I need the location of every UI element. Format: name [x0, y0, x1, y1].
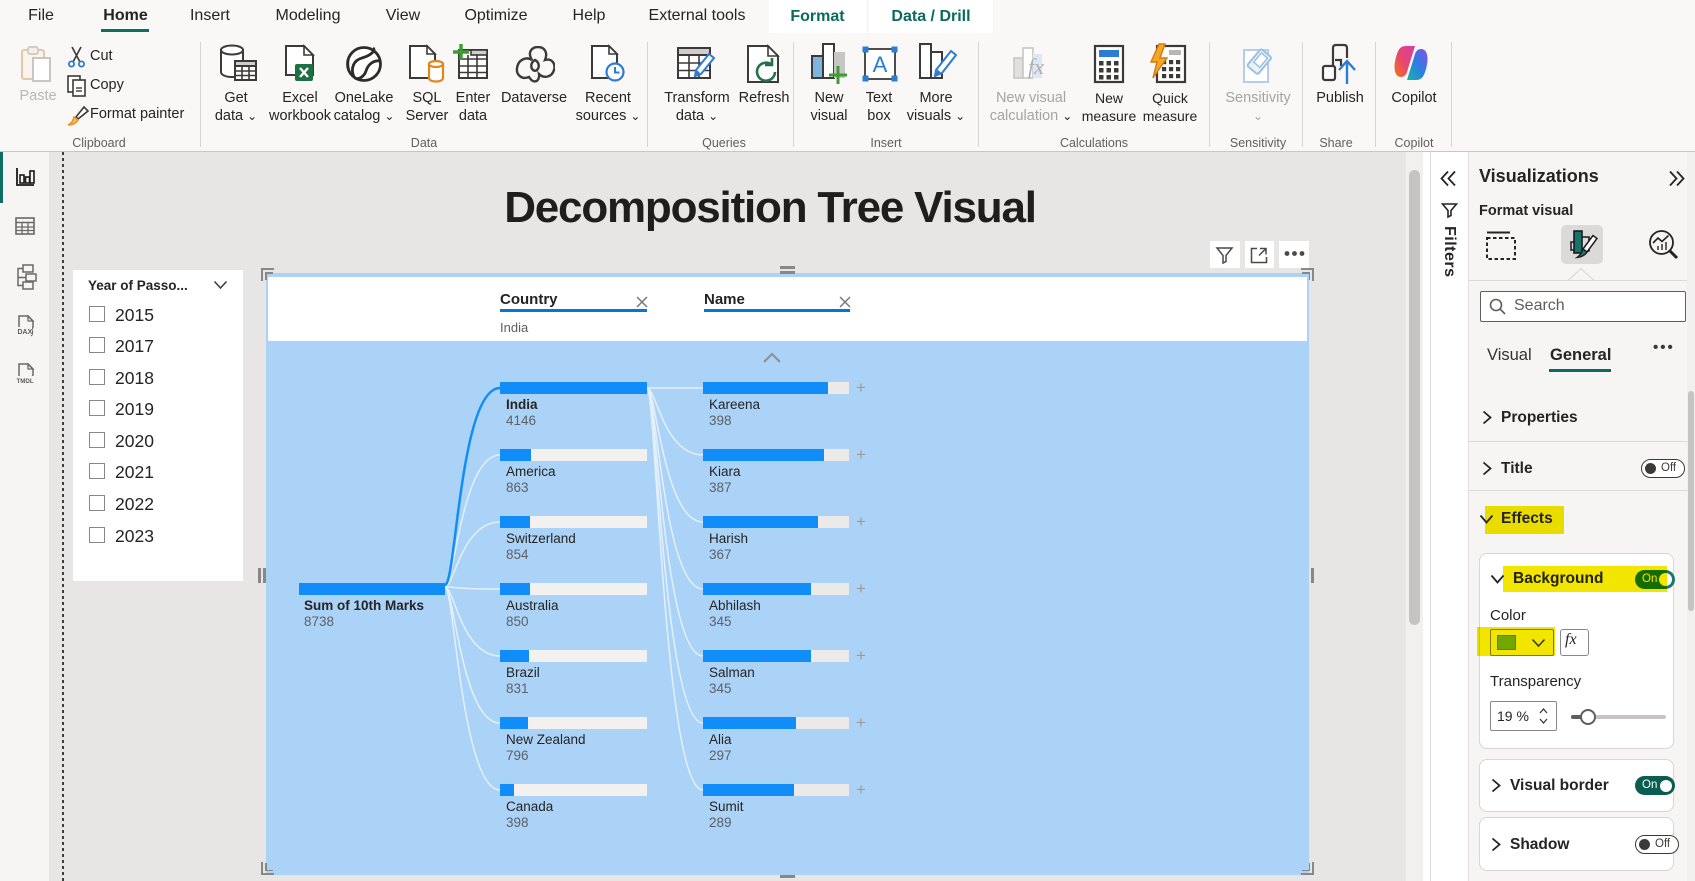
svg-text:fx: fx [1028, 54, 1044, 79]
svg-text:TMDL: TMDL [17, 378, 34, 385]
svg-text:DAX: DAX [18, 329, 33, 336]
svg-text:A: A [873, 52, 888, 77]
